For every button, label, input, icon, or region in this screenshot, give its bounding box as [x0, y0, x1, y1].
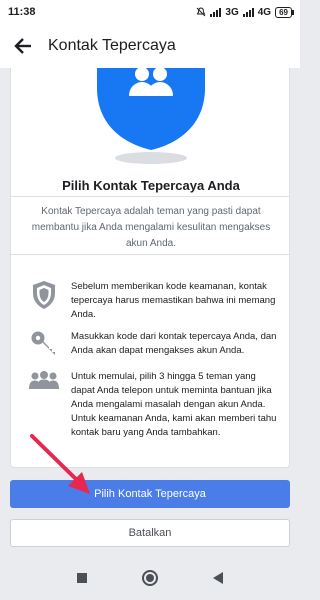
battery-icon: 69	[275, 6, 294, 18]
system-nav-bar	[0, 556, 300, 600]
choose-trusted-contacts-button[interactable]: Pilih Kontak Tepercaya	[10, 480, 290, 508]
shield-icon	[33, 281, 55, 309]
key-icon	[31, 331, 55, 355]
trusted-contacts-card: Pilih Kontak Tepercaya Anda Kontak Teper…	[10, 68, 290, 468]
page-title: Kontak Tepercaya	[48, 37, 176, 54]
divider	[11, 254, 289, 255]
recents-icon[interactable]	[72, 568, 92, 588]
card-title: Pilih Kontak Tepercaya Anda	[62, 178, 240, 193]
info-item: Masukkan kode dari kontak tepercaya Anda…	[25, 330, 277, 358]
status-time: 11:38	[8, 6, 36, 18]
signal-icon	[210, 7, 222, 17]
status-icons: 3G 4G 69	[196, 6, 294, 18]
info-text: Untuk memulai, pilih 3 hingga 5 teman ya…	[71, 371, 277, 438]
info-text: Masukkan kode dari kontak tepercaya Anda…	[71, 331, 277, 356]
status-bar: 11:38 3G 4G 69	[0, 0, 300, 24]
card-description: Kontak Tepercaya adalah teman yang pasti…	[31, 206, 271, 249]
shield-illustration	[97, 68, 205, 164]
cancel-button[interactable]: Batalkan	[10, 519, 290, 547]
signal-icon-2	[242, 7, 254, 17]
people-icon	[29, 371, 59, 389]
back-icon[interactable]	[208, 568, 228, 588]
mute-icon	[197, 7, 206, 17]
app-bar: Kontak Tepercaya	[0, 24, 300, 68]
info-item: Sebelum memberikan kode keamanan, kontak…	[25, 280, 277, 322]
arrow-left-icon[interactable]	[12, 35, 34, 57]
network-3g-label: 3G	[225, 6, 239, 18]
info-text: Sebelum memberikan kode keamanan, kontak…	[71, 281, 276, 320]
info-item: Untuk memulai, pilih 3 hingga 5 teman ya…	[25, 370, 277, 440]
divider	[11, 196, 289, 197]
home-icon[interactable]	[140, 568, 160, 588]
network-4g-label: 4G	[257, 6, 272, 18]
